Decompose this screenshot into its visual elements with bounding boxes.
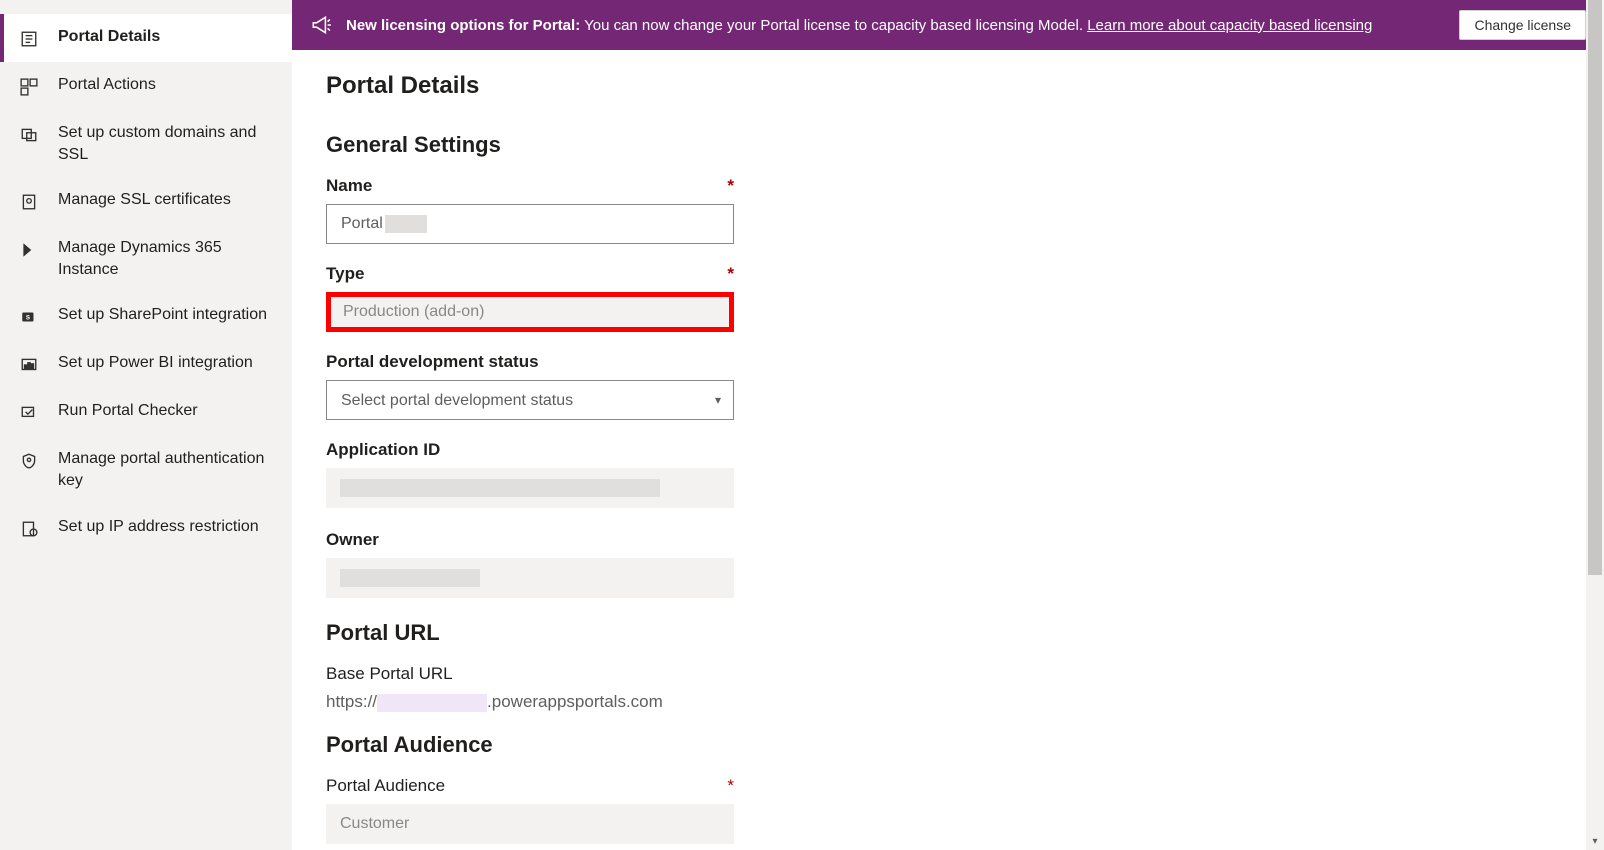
main-area: New licensing options for Portal: You ca… [292,0,1604,850]
actions-icon [18,76,40,98]
section-portal-url: Portal URL [326,620,1570,646]
dev-status-dropdown[interactable]: Select portal development status [341,381,719,419]
sidebar-item-ssl-certs[interactable]: Manage SSL certificates [0,177,292,225]
sidebar-item-portal-actions[interactable]: Portal Actions [0,62,292,110]
app-id-label: Application ID [326,440,734,460]
change-license-button[interactable]: Change license [1459,10,1586,40]
ip-restriction-icon [18,518,40,540]
sidebar-item-dynamics-instance[interactable]: Manage Dynamics 365 Instance [0,225,292,292]
domain-icon [18,124,40,146]
checker-icon [18,402,40,424]
dev-status-select[interactable]: Select portal development status [326,380,734,420]
sidebar-item-label: Manage portal authentication key [58,448,274,491]
sidebar-item-custom-domains[interactable]: Set up custom domains and SSL [0,110,292,177]
sidebar-item-label: Set up SharePoint integration [58,304,267,326]
section-general-settings: General Settings [326,132,1570,158]
content-area: Portal Details General Settings Name Por… [292,50,1604,850]
owner-label: Owner [326,530,734,550]
redacted-block [340,479,660,497]
sidebar-item-portal-details[interactable]: Portal Details [0,14,292,62]
base-url-value: https:// .powerappsportals.com [326,692,1570,712]
sidebar-item-label: Set up IP address restriction [58,516,259,538]
url-prefix: https:// [326,692,377,711]
sidebar-item-label: Portal Details [58,26,160,48]
page-title: Portal Details [326,72,1570,100]
banner-title: New licensing options for Portal: [346,17,580,34]
type-label: Type [326,264,734,284]
sidebar-item-ip-restriction[interactable]: Set up IP address restriction [0,504,292,552]
sidebar-item-sharepoint[interactable]: s Set up SharePoint integration [0,292,292,340]
sidebar-item-label: Set up Power BI integration [58,352,253,374]
redacted-block [377,694,487,712]
svg-text:s: s [26,313,31,322]
sidebar-item-label: Set up custom domains and SSL [58,122,274,165]
name-input[interactable]: Portal [326,204,734,244]
name-label: Name [326,176,734,196]
audience-value: Customer [340,815,409,833]
banner-text: New licensing options for Portal: You ca… [346,17,1445,34]
details-icon [18,28,40,50]
powerbi-icon [18,354,40,376]
app-id-field [326,468,734,508]
name-value: Portal [341,215,383,233]
megaphone-icon [310,14,332,36]
scrollbar-down-arrow[interactable]: ▾ [1588,834,1602,848]
certificate-icon [18,191,40,213]
redacted-block [340,569,480,587]
dynamics-icon [18,239,40,261]
base-url-label: Base Portal URL [326,664,734,684]
sidebar-item-label: Manage SSL certificates [58,189,231,211]
shield-key-icon [18,450,40,472]
sidebar-item-portal-checker[interactable]: Run Portal Checker [0,388,292,436]
section-portal-audience: Portal Audience [326,732,1570,758]
redacted-block [385,215,427,233]
sidebar-item-label: Run Portal Checker [58,400,198,422]
owner-field [326,558,734,598]
banner-message: You can now change your Portal license t… [584,17,1083,34]
type-field: Production (add-on) [326,292,734,332]
scrollbar-thumb[interactable] [1588,0,1602,575]
licensing-banner: New licensing options for Portal: You ca… [292,0,1604,50]
sidebar: Portal Details Portal Actions Set up cus… [0,0,292,850]
sidebar-item-auth-key[interactable]: Manage portal authentication key [0,436,292,503]
url-suffix: .powerappsportals.com [487,692,663,711]
sidebar-item-label: Manage Dynamics 365 Instance [58,237,274,280]
sharepoint-icon: s [18,306,40,328]
scrollbar[interactable]: ▾ [1586,0,1604,850]
audience-label: Portal Audience [326,776,734,796]
type-value: Production (add-on) [343,303,484,321]
dev-status-label: Portal development status [326,352,734,372]
banner-link[interactable]: Learn more about capacity based licensin… [1087,17,1372,34]
audience-field: Customer [326,804,734,844]
sidebar-item-label: Portal Actions [58,74,156,96]
sidebar-item-powerbi[interactable]: Set up Power BI integration [0,340,292,388]
